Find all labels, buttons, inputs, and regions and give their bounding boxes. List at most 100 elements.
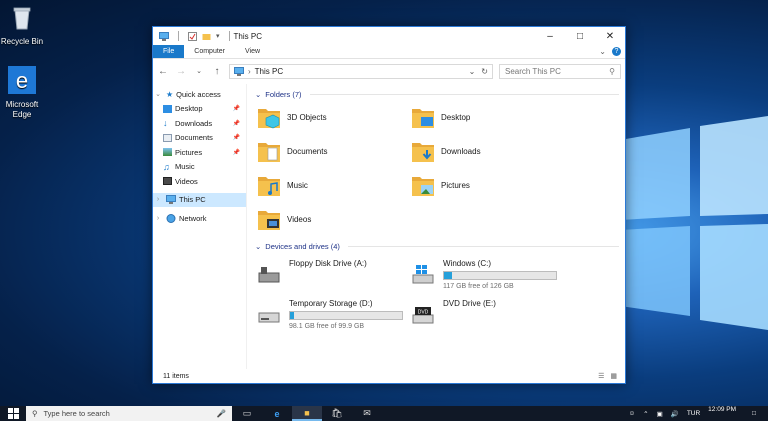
- clock-time: 12:09 PM: [708, 405, 736, 413]
- 3d-objects-folder-icon: [258, 109, 280, 129]
- nav-item-documents[interactable]: Documents 📌: [153, 131, 246, 146]
- edge-taskbar-icon[interactable]: e: [262, 406, 292, 421]
- clock[interactable]: 12:09 PM: [708, 406, 736, 421]
- breadcrumb-separator[interactable]: ›: [248, 67, 251, 76]
- drive-name: Temporary Storage (D:): [289, 299, 373, 308]
- expand-ribbon-icon[interactable]: ⌄: [599, 47, 606, 56]
- nav-item-quick-access[interactable]: ⌄ ★ Quick access: [153, 87, 246, 102]
- nav-item-network[interactable]: › Network: [153, 211, 246, 226]
- folder-item[interactable]: Documents: [257, 137, 411, 165]
- pin-icon[interactable]: 📌: [233, 149, 240, 156]
- navigation-bar: ← → ⌄ ↑ › This PC ⌄ ↻ Search This PC ⚲: [153, 59, 625, 83]
- expand-chevron-icon[interactable]: ›: [153, 196, 163, 203]
- folder-name: Documents: [287, 146, 328, 156]
- star-icon: ★: [166, 89, 174, 99]
- folder-item[interactable]: Downloads: [411, 137, 565, 165]
- desktop-icon-edge[interactable]: e Microsoft Edge: [0, 66, 48, 120]
- file-explorer-taskbar-icon[interactable]: ■: [292, 406, 322, 421]
- nav-item-this-pc[interactable]: › This PC: [153, 192, 246, 207]
- folder-item[interactable]: Music: [257, 171, 411, 199]
- hard-drive-icon: [258, 312, 280, 323]
- separator: [228, 31, 230, 41]
- pictures-icon: [163, 148, 172, 157]
- collapse-chevron-icon[interactable]: ⌄: [255, 90, 261, 99]
- refresh-icon[interactable]: ↻: [481, 67, 488, 76]
- search-box[interactable]: Search This PC ⚲: [499, 63, 621, 79]
- expand-chevron-icon[interactable]: ›: [153, 215, 163, 222]
- nav-item-label: Desktop: [175, 104, 203, 114]
- tab-computer[interactable]: Computer: [184, 45, 235, 58]
- new-folder-icon[interactable]: [202, 32, 211, 41]
- breadcrumb[interactable]: This PC: [255, 67, 465, 76]
- language-indicator[interactable]: TUR: [687, 410, 700, 417]
- folders-grid: 3D Objects Desktop Documents Downloads Music…: [255, 103, 625, 233]
- show-hidden-icons-icon[interactable]: ⌃: [643, 410, 648, 418]
- desktop-icon-recycle-bin[interactable]: Recycle Bin: [0, 3, 48, 47]
- action-center-icon[interactable]: □: [744, 406, 764, 421]
- large-icons-view-icon[interactable]: ▦: [610, 372, 617, 380]
- taskbar-search-input[interactable]: Type here to search: [44, 409, 110, 418]
- volume-icon[interactable]: 🔊: [671, 410, 679, 418]
- store-taskbar-icon[interactable]: 🛍: [322, 406, 352, 421]
- collapse-chevron-icon[interactable]: ⌄: [255, 242, 261, 251]
- tab-view[interactable]: View: [235, 45, 270, 58]
- file-explorer-window: ▾ This PC – □ ✕ File Computer View ⌄ ? ←…: [152, 26, 626, 384]
- pin-icon[interactable]: 📌: [233, 120, 240, 127]
- folders-group-header[interactable]: ⌄ Folders (7): [255, 87, 625, 101]
- recent-locations-button[interactable]: ⌄: [193, 67, 205, 75]
- help-icon[interactable]: ?: [612, 47, 621, 56]
- folder-item[interactable]: Desktop: [411, 103, 565, 131]
- drive-item[interactable]: DVD DVD Drive (E:): [411, 297, 565, 329]
- drive-name: DVD Drive (E:): [443, 299, 496, 308]
- title-bar[interactable]: ▾ This PC – □ ✕: [153, 27, 625, 45]
- nav-item-music[interactable]: ♫ Music: [153, 160, 246, 175]
- clock-date: [708, 414, 736, 421]
- folder-item[interactable]: 3D Objects: [257, 103, 411, 131]
- customize-quick-access-icon[interactable]: ▾: [216, 32, 220, 40]
- folder-item[interactable]: Pictures: [411, 171, 565, 199]
- floppy-drive-icon: [258, 267, 280, 283]
- tab-file[interactable]: File: [153, 45, 185, 58]
- taskbar: ⚲ Type here to search 🎤 ▭ e ■ 🛍 ✉ ☺ ⌃ ▣ …: [0, 406, 768, 421]
- details-view-icon[interactable]: ☰: [598, 372, 604, 380]
- address-bar[interactable]: › This PC ⌄ ↻: [229, 63, 493, 79]
- address-dropdown-icon[interactable]: ⌄: [469, 67, 476, 76]
- folder-item[interactable]: Videos: [257, 205, 411, 233]
- nav-item-videos[interactable]: Videos: [153, 174, 246, 189]
- search-input[interactable]: Search This PC: [505, 67, 561, 76]
- drive-item[interactable]: Floppy Disk Drive (A:): [257, 257, 411, 289]
- back-button[interactable]: ←: [157, 66, 169, 77]
- mail-taskbar-icon[interactable]: ✉: [352, 406, 382, 421]
- task-view-button[interactable]: ▭: [232, 406, 262, 421]
- start-button[interactable]: [0, 406, 26, 421]
- taskbar-search-box[interactable]: ⚲ Type here to search 🎤: [26, 406, 232, 421]
- up-button[interactable]: ↑: [211, 66, 223, 77]
- drives-group-header[interactable]: ⌄ Devices and drives (4): [255, 239, 625, 253]
- microphone-icon[interactable]: 🎤: [217, 409, 226, 418]
- drive-usage-bar: [289, 311, 403, 320]
- window-title: This PC: [233, 31, 262, 41]
- drive-item[interactable]: Temporary Storage (D:) 98.1 GB free of 99…: [257, 297, 411, 330]
- drive-item[interactable]: Windows (C:) 117 GB free of 126 GB: [411, 257, 565, 290]
- quick-access-toolbar: ▾: [159, 31, 234, 41]
- minimize-button[interactable]: –: [535, 27, 565, 45]
- network-status-icon[interactable]: ▣: [657, 410, 663, 418]
- pin-icon[interactable]: 📌: [233, 105, 240, 112]
- maximize-button[interactable]: □: [565, 27, 595, 45]
- music-icon: ♫: [163, 161, 170, 172]
- nav-item-downloads[interactable]: ↓ Downloads 📌: [153, 116, 246, 131]
- pin-icon[interactable]: 📌: [233, 134, 240, 141]
- search-icon: ⚲: [32, 409, 38, 418]
- nav-item-label: Quick access: [176, 89, 221, 99]
- close-button[interactable]: ✕: [595, 27, 625, 45]
- expand-chevron-icon[interactable]: ⌄: [153, 90, 163, 98]
- forward-button[interactable]: →: [175, 66, 187, 77]
- item-count: 11 items: [163, 372, 189, 380]
- divider: [309, 93, 619, 95]
- nav-item-label: Pictures: [175, 147, 203, 157]
- nav-item-desktop[interactable]: Desktop 📌: [153, 102, 246, 117]
- people-icon[interactable]: ☺: [628, 410, 635, 417]
- properties-icon[interactable]: [188, 31, 197, 41]
- drive-usage-fill: [290, 312, 295, 319]
- nav-item-pictures[interactable]: Pictures 📌: [153, 145, 246, 160]
